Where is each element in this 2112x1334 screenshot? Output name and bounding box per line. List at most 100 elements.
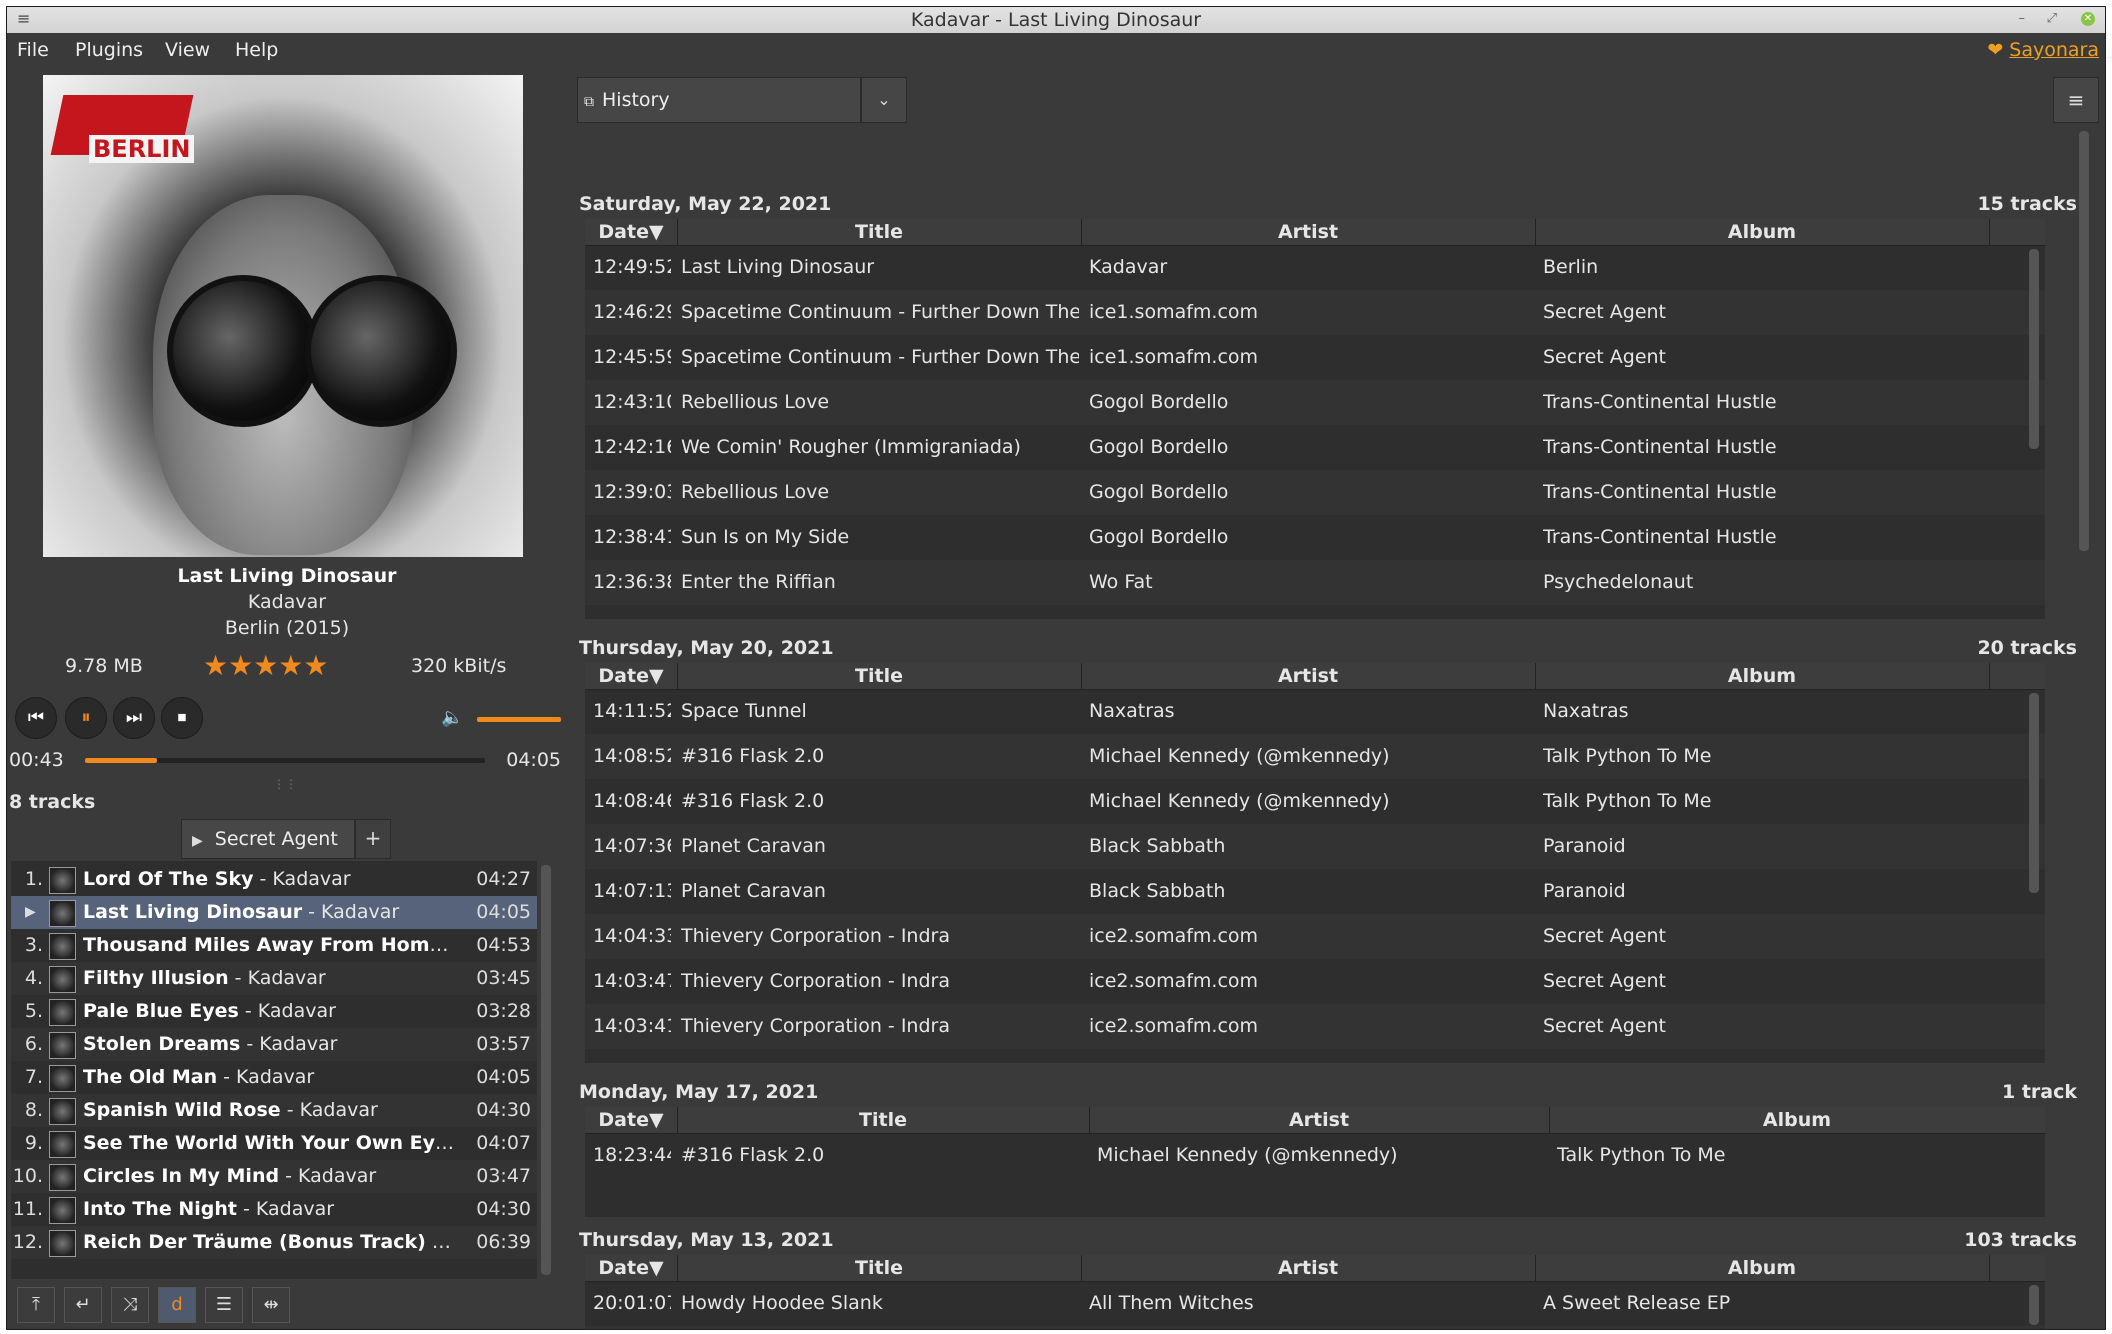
shuffle-button[interactable]: ⤨ bbox=[111, 1287, 149, 1323]
volume-slider[interactable] bbox=[477, 717, 561, 722]
history-row[interactable]: 12:45:59 Spacetime Continuum - Further Do… bbox=[585, 335, 2045, 380]
column-header-album[interactable]: Album bbox=[1535, 219, 1990, 245]
table-scrollbar[interactable] bbox=[2029, 1285, 2039, 1325]
history-row[interactable]: 12:42:16 We Comin' Rougher (Immigraniada)… bbox=[585, 425, 2045, 470]
column-header-date[interactable]: Date▼ bbox=[585, 219, 678, 245]
maximize-icon[interactable]: ⤢ bbox=[2047, 11, 2057, 26]
history-row[interactable]: 14:03:41 Thievery Corporation - Indra ice2… bbox=[585, 1004, 2045, 1049]
seek-slider[interactable] bbox=[85, 758, 485, 763]
column-header-artist[interactable]: Artist bbox=[1081, 663, 1536, 689]
history-row[interactable]: 12:43:10 Rebellious Love Gogol Bordello Tra… bbox=[585, 380, 2045, 425]
track-number: 8. bbox=[24, 1099, 43, 1121]
list-button[interactable]: ☰ bbox=[205, 1287, 243, 1323]
splitter-handle[interactable]: ⋮⋮ bbox=[273, 777, 297, 791]
playlist-item[interactable]: 3. Thousand Miles Away From Home - K... 04… bbox=[11, 929, 537, 962]
column-header-artist[interactable]: Artist bbox=[1081, 219, 1536, 245]
column-header-label: Album bbox=[1727, 665, 1797, 687]
column-header-date[interactable]: Date▼ bbox=[585, 1255, 678, 1281]
history-row[interactable]: 12:46:29 Spacetime Continuum - Further Do… bbox=[585, 290, 2045, 335]
menu-file[interactable]: File bbox=[17, 39, 49, 61]
history-row[interactable]: 14:08:46 #316 Flask 2.0 Michael Kennedy (@… bbox=[585, 779, 2045, 824]
minimize-icon[interactable]: – bbox=[2019, 11, 2026, 26]
column-header-artist[interactable]: Artist bbox=[1089, 1107, 1550, 1133]
history-row[interactable]: 14:03:47 Thievery Corporation - Indra ice2… bbox=[585, 959, 2045, 1004]
playlist-item[interactable]: 11. Into The Night - Kadavar 04:30 bbox=[11, 1193, 537, 1226]
column-header-title[interactable]: Title bbox=[677, 663, 1082, 689]
column-header-title[interactable]: Title bbox=[677, 1255, 1082, 1281]
track-artist: - Kadavar bbox=[280, 1099, 378, 1121]
history-table[interactable]: Date▼ Title Artist Album 12:49:52 Last Living… bbox=[585, 219, 2045, 619]
append-button[interactable]: ⤒ bbox=[17, 1287, 55, 1323]
previous-button[interactable]: ⏮ bbox=[15, 697, 57, 739]
pause-button[interactable]: ⏸ bbox=[65, 697, 107, 739]
playlist-item[interactable]: 1. Lord Of The Sky - Kadavar 04:27 bbox=[11, 863, 537, 896]
menu-view[interactable]: View bbox=[165, 39, 210, 61]
stop-button[interactable]: ⏹ bbox=[161, 697, 203, 739]
view-dropdown-button[interactable]: ⌄ bbox=[861, 77, 907, 123]
column-header-album[interactable]: Album bbox=[1535, 1255, 1990, 1281]
playlist-item[interactable]: ▶ Last Living Dinosaur - Kadavar 04:05 bbox=[11, 896, 537, 929]
history-row[interactable]: 20:01:07 Howdy Hoodee Slank All Them Witch… bbox=[585, 1281, 2045, 1326]
history-cell-album: Secret Agent bbox=[1543, 1015, 1667, 1037]
history-row[interactable]: 18:23:44 #316 Flask 2.0 Michael Kennedy (@… bbox=[585, 1133, 2045, 1178]
add-playlist-button[interactable]: + bbox=[355, 819, 391, 859]
track-duration: 04:05 bbox=[476, 901, 531, 923]
column-header-album[interactable]: Album bbox=[1535, 663, 1990, 689]
column-header-title[interactable]: Title bbox=[677, 219, 1082, 245]
track-duration: 04:27 bbox=[476, 868, 531, 890]
playlist-item[interactable]: 7. The Old Man - Kadavar 04:05 bbox=[11, 1061, 537, 1094]
dynamic-button[interactable]: d bbox=[158, 1287, 196, 1323]
track-number: 1. bbox=[24, 868, 43, 890]
history-table[interactable]: Date▼ Title Artist Album 18:23:44 #316 Flask … bbox=[585, 1107, 2045, 1217]
history-row[interactable]: 14:07:36 Planet Caravan Black Sabbath Paran… bbox=[585, 824, 2045, 869]
column-header-date[interactable]: Date▼ bbox=[585, 1107, 678, 1133]
history-row[interactable]: 12:38:41 Sun Is on My Side Gogol Bordello T… bbox=[585, 515, 2045, 560]
table-scrollbar[interactable] bbox=[2029, 249, 2039, 449]
menu-help[interactable]: Help bbox=[235, 39, 278, 61]
history-row[interactable]: 14:04:33 Thievery Corporation - Indra ice2… bbox=[585, 914, 2045, 959]
history-cell-title: Spacetime Continuum - Further Down The R… bbox=[681, 346, 1079, 368]
history-row[interactable]: 14:08:52 #316 Flask 2.0 Michael Kennedy (@… bbox=[585, 734, 2045, 779]
playlist-item[interactable]: 6. Stolen Dreams - Kadavar 03:57 bbox=[11, 1028, 537, 1061]
history-row[interactable]: 12:49:52 Last Living Dinosaur Kadavar Berli… bbox=[585, 245, 2045, 290]
playlist-tab[interactable]: ▶ Secret Agent bbox=[181, 819, 355, 859]
history-row[interactable]: 19:59:27 Creepin' Beastie Boys Hello Nasty bbox=[585, 1326, 2045, 1329]
column-header-album[interactable]: Album bbox=[1549, 1107, 2045, 1133]
table-scrollbar[interactable] bbox=[2029, 693, 2039, 893]
column-header-title[interactable]: Title bbox=[677, 1107, 1090, 1133]
history-row[interactable]: 14:11:52 Space Tunnel Naxatras Naxatras bbox=[585, 689, 2045, 734]
history-scrollbar[interactable] bbox=[2079, 131, 2089, 551]
playlist-item[interactable]: 5. Pale Blue Eyes - Kadavar 03:28 bbox=[11, 995, 537, 1028]
table-header: Date▼ Title Artist Album bbox=[585, 219, 2045, 246]
volume-icon[interactable]: 🔈 bbox=[441, 707, 463, 728]
playlist-item[interactable]: 8. Spanish Wild Rose - Kadavar 04:30 bbox=[11, 1094, 537, 1127]
sayonara-link[interactable]: ❤ Sayonara bbox=[1987, 39, 2099, 61]
history-row[interactable]: 12:39:03 Rebellious Love Gogol Bordello Tra… bbox=[585, 470, 2045, 515]
history-table[interactable]: Date▼ Title Artist Album 20:01:07 Howdy Hoode… bbox=[585, 1255, 2045, 1329]
menu-plugins[interactable]: Plugins bbox=[75, 39, 143, 61]
playlist-item[interactable]: 4. Filthy Illusion - Kadavar 03:45 bbox=[11, 962, 537, 995]
history-cell-album: Secret Agent bbox=[1543, 970, 1667, 992]
history-table[interactable]: Date▼ Title Artist Album 14:11:52 Space Tunne… bbox=[585, 663, 2045, 1063]
album-cover[interactable]: BERLIN bbox=[43, 75, 523, 557]
close-icon[interactable]: ✕ bbox=[2081, 12, 2095, 26]
cover-lens-right bbox=[305, 275, 457, 427]
repeat-button[interactable]: ↵ bbox=[64, 1287, 102, 1323]
history-cell-artist: ice1.somafm.com bbox=[1089, 346, 1259, 368]
heart-icon: ❤ bbox=[1987, 39, 2004, 61]
history-row[interactable]: 12:36:38 Enter the Riffian Wo Fat Psychedel… bbox=[585, 560, 2045, 605]
playlist[interactable]: 1. Lord Of The Sky - Kadavar 04:27 ▶ Last Li… bbox=[11, 861, 537, 1279]
options-menu-button[interactable]: ≡ bbox=[2053, 77, 2099, 123]
next-button[interactable]: ⏭ bbox=[113, 697, 155, 739]
gapless-button[interactable]: ⇹ bbox=[252, 1287, 290, 1323]
playlist-scrollbar[interactable] bbox=[541, 865, 551, 1275]
track-title: Filthy Illusion bbox=[83, 967, 229, 989]
history-row[interactable]: 14:07:13 Planet Caravan Black Sabbath Paran… bbox=[585, 869, 2045, 914]
playlist-item[interactable]: 9. See The World With Your Own Eyes - ...… bbox=[11, 1127, 537, 1160]
column-header-date[interactable]: Date▼ bbox=[585, 663, 678, 689]
playlist-item[interactable]: 12. Reich Der Träume (Bonus Track) - Ka..… bbox=[11, 1226, 537, 1259]
view-selector[interactable]: ⧉ History bbox=[577, 77, 861, 123]
column-header-artist[interactable]: Artist bbox=[1081, 1255, 1536, 1281]
rating-stars[interactable]: ★★★★★ bbox=[203, 649, 329, 682]
playlist-item[interactable]: 10. Circles In My Mind - Kadavar 03:47 bbox=[11, 1160, 537, 1193]
